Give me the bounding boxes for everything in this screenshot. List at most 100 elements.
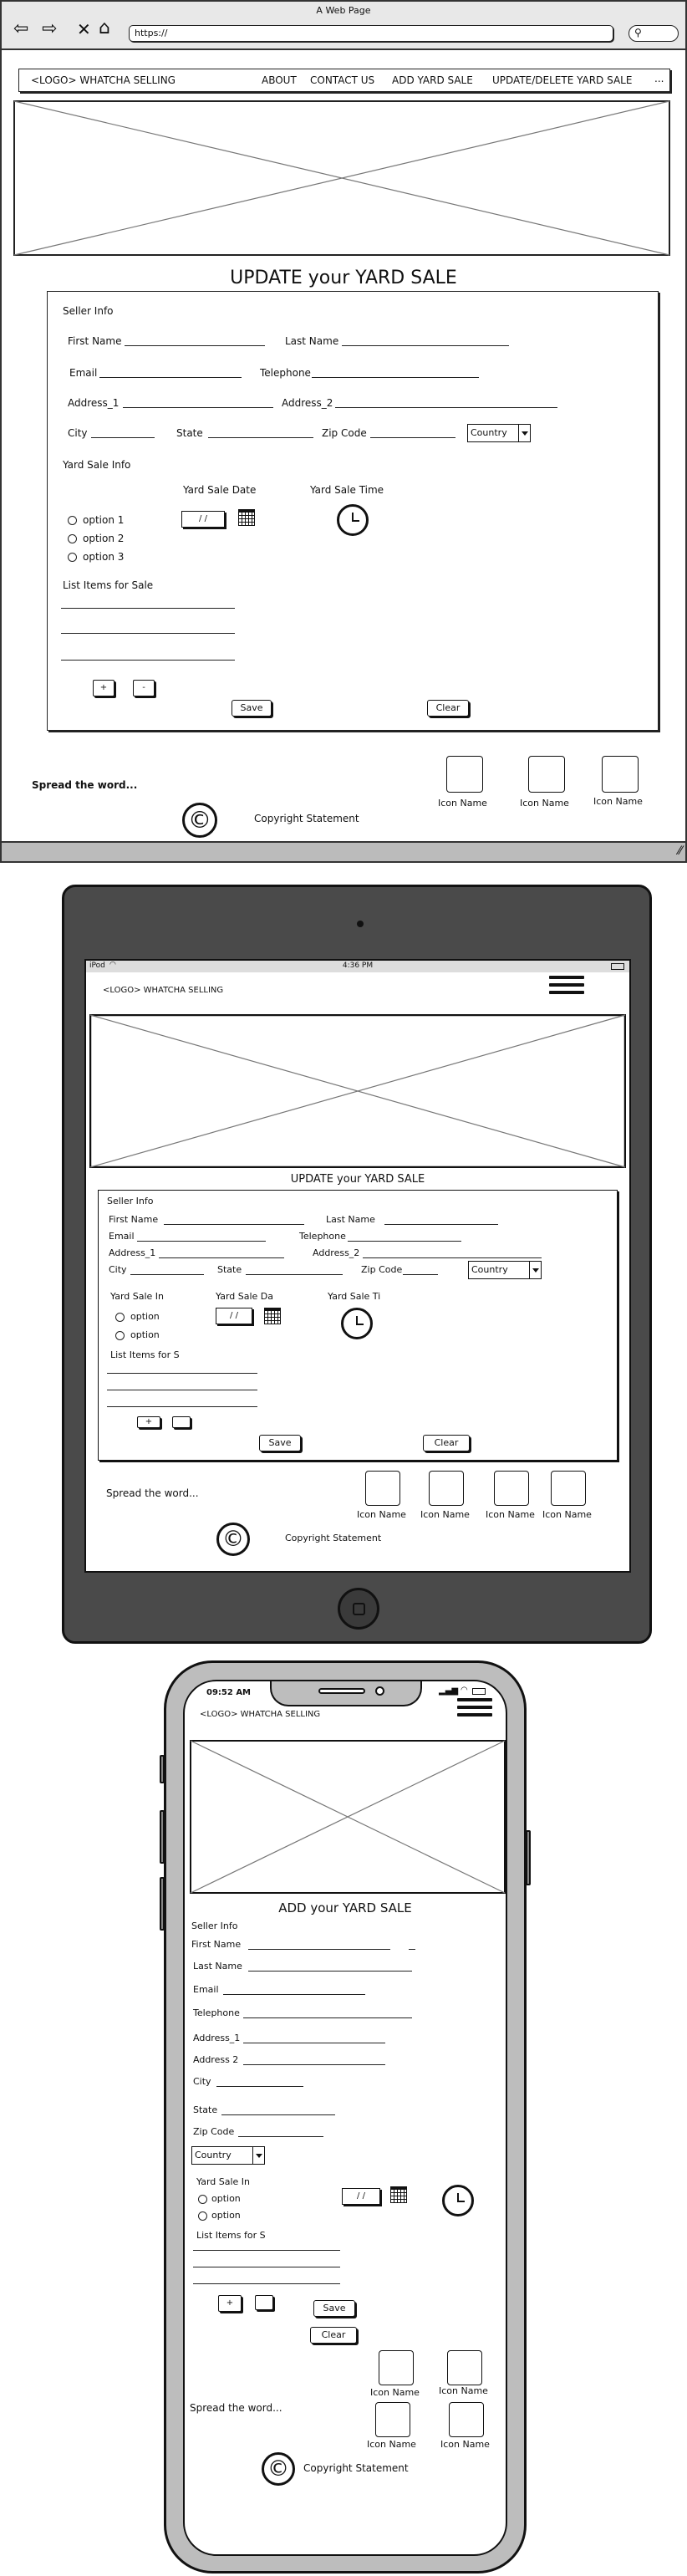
url-bar[interactable]: https:// — [129, 25, 613, 42]
tablet-add-item-button[interactable]: + — [137, 1416, 160, 1428]
phone-zip-code-field[interactable] — [238, 2136, 323, 2137]
tablet-social-icon-2[interactable] — [429, 1471, 464, 1506]
back-icon[interactable]: ⇦ — [13, 20, 28, 38]
forward-icon[interactable]: ⇨ — [42, 20, 57, 38]
tablet-spread-the-word: Spread the word... — [106, 1487, 199, 1499]
list-item-field-2[interactable] — [61, 633, 235, 634]
radio-option-1[interactable] — [68, 516, 77, 525]
nav-about[interactable]: ABOUT — [262, 74, 297, 86]
phone-hamburger-menu-icon[interactable] — [457, 1698, 492, 1721]
social-icon-3[interactable] — [602, 756, 639, 793]
last-name-field[interactable] — [342, 345, 509, 346]
tablet-social-icon-2-label: Icon Name — [420, 1509, 470, 1520]
social-icon-1[interactable] — [446, 756, 483, 793]
nav-contact-us[interactable]: CONTACT US — [310, 74, 374, 86]
tablet-telephone-field[interactable] — [348, 1241, 461, 1242]
phone-state-field[interactable] — [221, 2114, 335, 2115]
tablet-home-button[interactable] — [338, 1588, 379, 1630]
radio-option-2[interactable] — [68, 534, 77, 543]
phone-social-icon-2[interactable] — [447, 2350, 482, 2385]
tablet-clear-button[interactable]: Clear — [423, 1435, 470, 1451]
tablet-email-field[interactable] — [137, 1241, 266, 1242]
tablet-first-name-field[interactable] — [164, 1224, 304, 1225]
clear-button[interactable]: Clear — [427, 700, 469, 717]
phone-last-name-label: Last Name — [193, 1961, 242, 1972]
email-field[interactable] — [99, 377, 242, 378]
zip-code-field[interactable] — [370, 437, 455, 438]
close-icon[interactable]: ✕ — [77, 20, 91, 38]
phone-telephone-field[interactable] — [243, 2017, 412, 2018]
phone-save-button[interactable]: Save — [313, 2300, 355, 2317]
search-box[interactable]: ⚲ — [628, 25, 679, 42]
nav-update-delete-yard-sale[interactable]: UPDATE/DELETE YARD SALE — [492, 74, 632, 86]
city-field[interactable] — [91, 437, 155, 438]
tablet-list-item-field-3[interactable] — [107, 1406, 257, 1407]
phone-clear-button[interactable]: Clear — [310, 2327, 357, 2344]
phone-signal-icon: ▂▄▆ — [439, 1686, 459, 1696]
tablet-remove-item-button[interactable] — [172, 1416, 191, 1428]
tablet-radio-option-1[interactable] — [115, 1313, 125, 1322]
phone-social-icon-3[interactable] — [375, 2402, 410, 2437]
address-2-field[interactable] — [335, 407, 557, 408]
phone-radio-option-2[interactable] — [198, 2211, 207, 2221]
phone-email-field[interactable] — [223, 1994, 365, 1995]
nav-more[interactable]: ... — [654, 73, 664, 84]
phone-social-icon-4[interactable] — [449, 2402, 484, 2437]
radio-option-3[interactable] — [68, 553, 77, 562]
hamburger-menu-icon[interactable] — [549, 976, 584, 998]
tablet-last-name-field[interactable] — [384, 1224, 498, 1225]
nav-add-yard-sale[interactable]: ADD YARD SALE — [392, 74, 473, 86]
phone-date-input[interactable]: / / — [342, 2188, 380, 2205]
tablet-social-icon-1[interactable] — [365, 1471, 400, 1506]
tablet-city-field[interactable] — [130, 1274, 204, 1275]
tablet-logo[interactable]: <LOGO> WHATCHA SELLING — [103, 986, 223, 995]
phone-radio-option-1[interactable] — [198, 2195, 207, 2204]
tablet-social-icon-3[interactable] — [494, 1471, 529, 1506]
phone-city-field[interactable] — [216, 2086, 303, 2087]
tablet-state-field[interactable] — [246, 1274, 343, 1275]
calendar-icon[interactable] — [238, 509, 255, 526]
tablet-calendar-icon[interactable] — [264, 1308, 281, 1324]
tablet-country-select[interactable]: Country — [468, 1261, 542, 1279]
phone-last-name-field[interactable] — [248, 1971, 412, 1972]
list-item-field-3[interactable] — [61, 660, 235, 661]
first-name-field[interactable] — [125, 345, 265, 346]
tablet-list-item-field-1[interactable] — [107, 1373, 257, 1374]
phone-remove-item-button[interactable] — [255, 2295, 273, 2310]
add-item-button[interactable]: + — [93, 680, 114, 696]
list-item-field-1[interactable] — [61, 608, 235, 609]
home-icon[interactable]: ⌂ — [99, 18, 110, 38]
country-select[interactable]: Country — [467, 424, 531, 442]
clock-icon[interactable] — [337, 504, 369, 536]
tablet-save-button[interactable]: Save — [259, 1435, 301, 1451]
phone-list-item-field-1[interactable] — [193, 2250, 340, 2251]
tablet-address-1-label: Address_1 — [109, 1247, 156, 1258]
phone-address-2-field[interactable] — [243, 2064, 385, 2065]
phone-logo[interactable]: <LOGO> WHATCHA SELLING — [200, 1710, 320, 1719]
tablet-address-1-field[interactable] — [159, 1257, 284, 1258]
copyright-icon: © — [182, 803, 217, 838]
save-button[interactable]: Save — [232, 700, 272, 717]
nav-logo[interactable]: <LOGO> WHATCHA SELLING — [31, 74, 176, 86]
date-input[interactable]: / / — [181, 511, 225, 528]
tablet-address-2-field[interactable] — [363, 1257, 542, 1258]
telephone-label: Telephone — [260, 367, 311, 379]
phone-country-select[interactable]: Country — [191, 2146, 265, 2165]
tablet-radio-option-2[interactable] — [115, 1331, 125, 1340]
phone-add-item-button[interactable]: + — [218, 2295, 242, 2312]
address-1-field[interactable] — [123, 407, 273, 408]
phone-list-item-field-3[interactable] — [193, 2283, 340, 2284]
remove-item-button[interactable]: - — [133, 680, 155, 696]
social-icon-2[interactable] — [528, 756, 565, 793]
tablet-social-icon-4[interactable] — [551, 1471, 586, 1506]
phone-clock-icon[interactable] — [442, 2185, 474, 2216]
phone-first-name-field[interactable] — [248, 1949, 390, 1950]
telephone-field[interactable] — [312, 377, 479, 378]
resize-grip-icon[interactable]: ⁄⁄ — [678, 844, 682, 858]
phone-social-icon-1[interactable] — [379, 2350, 414, 2385]
tablet-date-input[interactable]: / / — [216, 1308, 252, 1324]
phone-calendar-icon[interactable] — [390, 2186, 407, 2203]
tablet-clock-icon[interactable] — [341, 1308, 373, 1339]
state-field[interactable] — [208, 437, 313, 438]
tablet-zip-code-field[interactable] — [403, 1274, 438, 1275]
